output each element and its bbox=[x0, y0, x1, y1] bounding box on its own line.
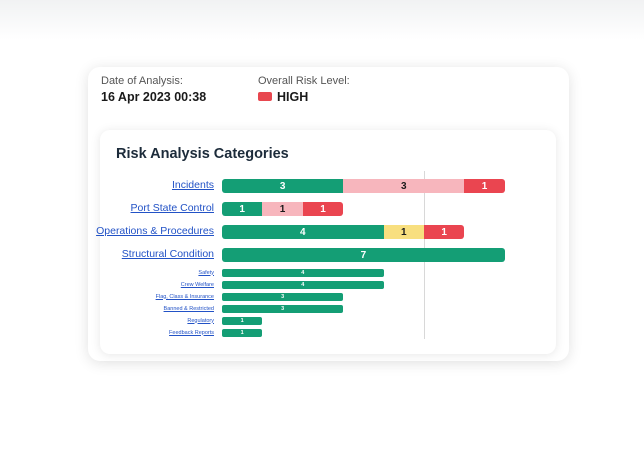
category-link[interactable]: Crew Welfare bbox=[181, 282, 214, 288]
date-value: 16 Apr 2023 00:38 bbox=[101, 90, 207, 104]
bar-segment-green[interactable]: 3 bbox=[222, 305, 344, 313]
bar-segment-green[interactable]: 7 bbox=[222, 248, 505, 262]
category-link[interactable]: Incidents bbox=[172, 179, 214, 191]
category-link[interactable]: Port State Control bbox=[131, 202, 214, 214]
top-background bbox=[0, 0, 644, 40]
risk-categories-panel bbox=[100, 130, 556, 354]
category-link[interactable]: Structural Condition bbox=[122, 248, 214, 260]
bar-segment-red[interactable]: 1 bbox=[464, 179, 505, 193]
category-link[interactable]: Safety bbox=[198, 270, 214, 276]
risk-level-swatch bbox=[258, 92, 272, 101]
category-link[interactable]: Regulatory bbox=[187, 318, 214, 324]
bar-segment-green[interactable]: 1 bbox=[222, 202, 263, 216]
category-link[interactable]: Banned & Restricted bbox=[164, 306, 214, 312]
bar-segment-green[interactable]: 3 bbox=[222, 293, 344, 301]
bar-segment-green[interactable]: 4 bbox=[222, 225, 384, 239]
bar-segment-yellow[interactable]: 1 bbox=[383, 225, 424, 239]
bar-segment-red[interactable]: 1 bbox=[424, 225, 465, 239]
bar-segment-green[interactable]: 4 bbox=[222, 281, 384, 289]
bar-segment-green[interactable]: 1 bbox=[222, 317, 263, 325]
bar-segment-green[interactable]: 3 bbox=[222, 179, 344, 193]
date-label: Date of Analysis: bbox=[101, 75, 183, 87]
bar-segment-green[interactable]: 4 bbox=[222, 269, 384, 277]
bar-segment-pink[interactable]: 1 bbox=[262, 202, 303, 216]
category-link[interactable]: Flag, Class & Insurance bbox=[156, 294, 214, 300]
bar-segment-green[interactable]: 1 bbox=[222, 329, 263, 337]
risk-level-value: HIGH bbox=[277, 90, 309, 104]
category-link[interactable]: Operations & Procedures bbox=[96, 225, 214, 237]
risk-level-label: Overall Risk Level: bbox=[258, 75, 350, 87]
bar-segment-pink[interactable]: 3 bbox=[343, 179, 465, 193]
bar-segment-red[interactable]: 1 bbox=[302, 202, 344, 216]
category-link[interactable]: Feedback Reports bbox=[169, 330, 214, 336]
panel-title: Risk Analysis Categories bbox=[116, 146, 289, 162]
